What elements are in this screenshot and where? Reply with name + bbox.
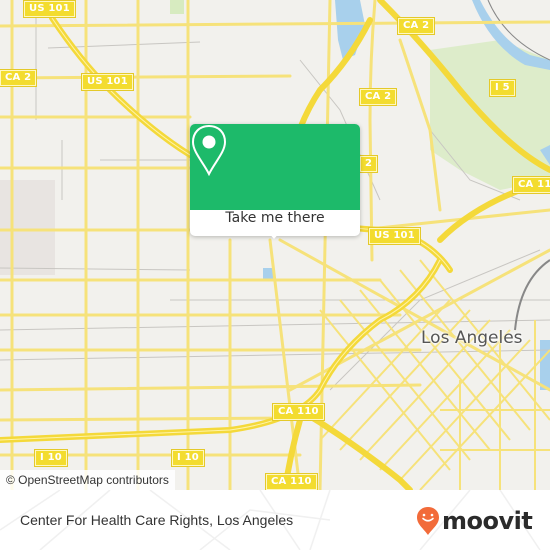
map-attribution[interactable]: © OpenStreetMap contributors: [0, 470, 175, 490]
popup-header: [190, 124, 360, 210]
route-shield-us-101: US 101: [23, 0, 76, 18]
footer: Center For Health Care Rights, Los Angel…: [0, 490, 550, 550]
popup-pointer: [268, 232, 280, 239]
route-shield-ca-2: CA 2: [0, 69, 38, 87]
destination-popup: Take me there: [190, 124, 360, 239]
route-shield-i-5: I 5: [489, 79, 516, 97]
route-shield-us-101: US 101: [368, 227, 421, 245]
route-shield-us-101: US 101: [81, 73, 134, 91]
moovit-logo[interactable]: moovit: [416, 506, 533, 536]
place-title: Center For Health Care Rights, Los Angel…: [20, 512, 294, 528]
route-shield-ca-110: CA 110: [265, 473, 318, 490]
map[interactable]: US 101 US 101 CA 2 CA 2 CA 2 I 5 CA 110 …: [0, 0, 550, 490]
moovit-pin-icon: [417, 507, 439, 535]
route-shield-ca-2: CA 2: [358, 88, 398, 106]
route-shield-ca-110: CA 110: [512, 176, 550, 194]
city-label: Los Angeles: [421, 328, 523, 348]
route-shield-i-10: I 10: [171, 449, 205, 467]
route-shield-i-10: I 10: [34, 449, 68, 467]
route-shield-ca-110: CA 110: [272, 403, 325, 421]
route-shield-ca-2: 2: [358, 155, 379, 173]
moovit-wordmark: moovit: [442, 507, 533, 535]
location-pin-icon: [191, 124, 227, 176]
route-shield-ca-2: CA 2: [396, 17, 436, 35]
